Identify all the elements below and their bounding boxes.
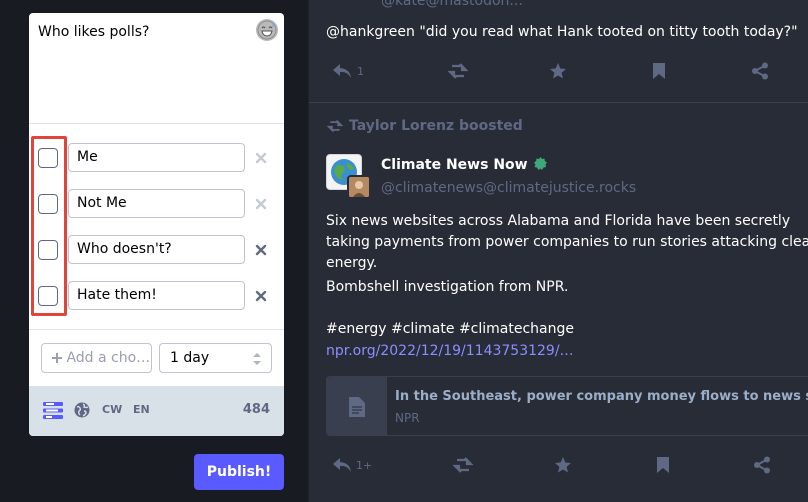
- display-name[interactable]: Climate News Now: [381, 157, 547, 173]
- status-content: Six news websites across Alabama and Flo…: [326, 213, 808, 271]
- remove-choice-icon[interactable]: [254, 289, 268, 303]
- status-divider: [309, 102, 808, 103]
- boost-icon[interactable]: [453, 456, 473, 474]
- poll-choice-input[interactable]: Hate them!: [68, 281, 245, 310]
- status-content: @hankgreen "did you read what Hank toote…: [326, 24, 798, 40]
- reply-icon[interactable]: [332, 456, 352, 474]
- poll-choice-row: Not Me: [29, 189, 284, 219]
- emoji-picker-icon[interactable]: [256, 19, 278, 41]
- home-timeline: @kate@mastodon... @hankgreen "did you re…: [308, 0, 808, 502]
- divider: [29, 123, 284, 124]
- status-action-bar: 1: [309, 62, 808, 82]
- plus-icon: [52, 353, 62, 363]
- boost-icon[interactable]: [448, 62, 468, 80]
- favourite-icon[interactable]: [554, 456, 572, 474]
- add-choice-button[interactable]: Add a cho…: [41, 343, 152, 373]
- status-action-bar: 1+: [309, 456, 808, 476]
- content-warning-toggle[interactable]: CW: [102, 403, 122, 416]
- poll-choice-input[interactable]: Who doesn't?: [68, 235, 245, 264]
- poll-choice-input[interactable]: Me: [68, 143, 245, 172]
- card-title: In the Southeast, power company money fl…: [395, 389, 808, 404]
- account-handle[interactable]: @climatenews@climatejustice.rocks: [381, 180, 636, 196]
- document-icon: [327, 377, 387, 435]
- boosted-by-line: Taylor Lorenz boosted: [326, 118, 523, 134]
- status-mention-handle[interactable]: @kate@mastodon...: [381, 0, 523, 9]
- divider: [29, 329, 284, 330]
- globe-icon[interactable]: [74, 402, 90, 418]
- share-icon[interactable]: [751, 62, 769, 80]
- compose-form: Who likes polls? Me Not Me Who doesn't?: [29, 13, 284, 436]
- poll-choice-row: Who doesn't?: [29, 235, 284, 265]
- boosted-by-text[interactable]: Taylor Lorenz boosted: [349, 118, 523, 134]
- poll-duration-select[interactable]: 1 day: [159, 343, 272, 373]
- reply-icon[interactable]: [332, 62, 352, 80]
- remove-choice-icon: [255, 152, 267, 164]
- verified-badge-icon: [533, 157, 547, 170]
- poll-choice-row: Me: [29, 143, 284, 173]
- character-counter: 484: [242, 402, 270, 417]
- status-link[interactable]: npr.org/2022/12/19/1143753129/…: [326, 341, 808, 362]
- poll-choice-row: Hate them!: [29, 281, 284, 311]
- reply-count: 1+: [356, 459, 373, 472]
- boost-icon: [326, 119, 344, 133]
- poll-duration-value: 1 day: [170, 350, 210, 366]
- add-choice-label: Add a cho…: [66, 350, 151, 366]
- bookmark-icon[interactable]: [652, 62, 666, 80]
- share-icon[interactable]: [753, 456, 771, 474]
- remove-choice-icon: [255, 198, 267, 210]
- select-caret-icon: [253, 353, 261, 365]
- card-host: NPR: [395, 411, 420, 425]
- booster-avatar[interactable]: [347, 175, 371, 199]
- poll-choice-input[interactable]: Not Me: [68, 189, 245, 218]
- compose-textarea[interactable]: Who likes polls?: [38, 24, 149, 40]
- display-name-text: Climate News Now: [381, 157, 528, 173]
- status-content: Bombshell investigation from NPR.: [326, 279, 569, 295]
- compose-column: Who likes polls? Me Not Me Who doesn't?: [0, 0, 308, 502]
- compose-footer: CW EN 484: [29, 386, 284, 436]
- publish-button[interactable]: Publish!: [194, 454, 284, 490]
- annotation-highlight-box: [31, 136, 67, 316]
- favourite-icon[interactable]: [549, 62, 567, 80]
- language-selector[interactable]: EN: [133, 403, 150, 416]
- bookmark-icon[interactable]: [656, 456, 670, 474]
- remove-choice-icon[interactable]: [254, 243, 268, 257]
- reply-count: 1: [357, 65, 364, 78]
- poll-icon[interactable]: [43, 402, 63, 419]
- hashtag-line[interactable]: #energy #climate #climatechange: [326, 319, 808, 340]
- link-preview-card[interactable]: In the Southeast, power company money fl…: [326, 376, 808, 436]
